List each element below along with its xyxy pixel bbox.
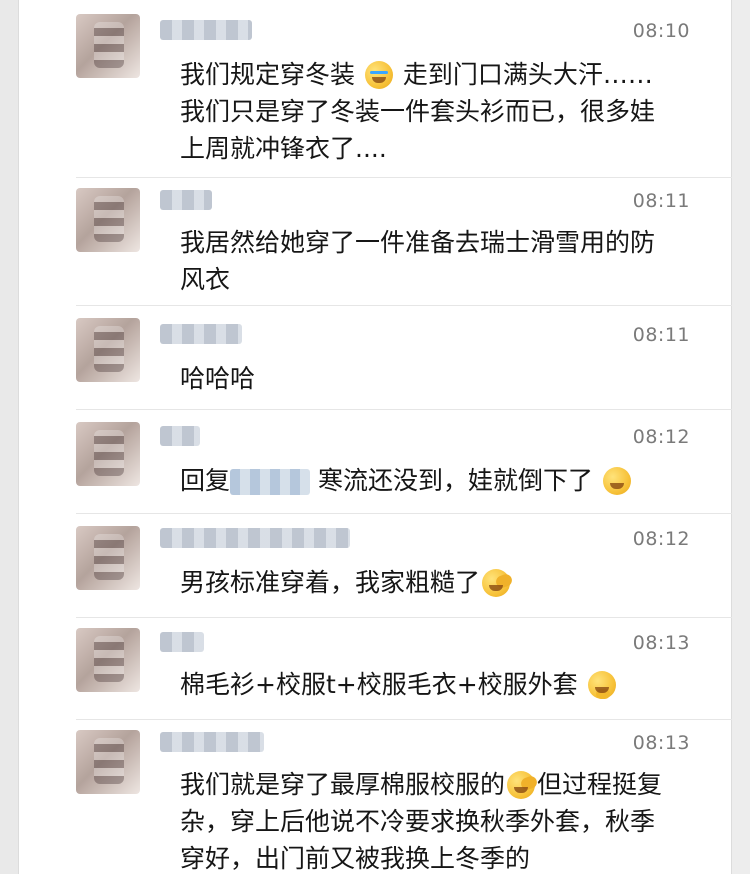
reply-target-name-redacted: [230, 469, 311, 495]
avatar[interactable]: [76, 14, 140, 78]
chat-message: 08:12 回复 寒流还没到，娃就倒下了: [18, 410, 732, 514]
message-text-part: 我们就是穿了最厚棉服校服的: [180, 770, 506, 799]
message-text-part: 男孩标准穿着，我家粗糙了: [180, 568, 481, 597]
message-text: 我居然给她穿了一件准备去瑞士滑雪用的防 风衣: [180, 228, 656, 294]
message-text-part: 我们规定穿冬装: [180, 60, 356, 89]
sender-name-redacted: [160, 732, 264, 752]
message-time: 08:10: [632, 20, 690, 42]
reply-prefix: 回复: [180, 466, 231, 495]
message-text: 我们就是穿了最厚棉服校服的 但过程挺复 杂，穿上后他说不冷要求换秋季外套，秋季 穿…: [180, 766, 692, 877]
chat-message: 08:13 棉毛衫+校服t+校服毛衣+校服外套: [18, 618, 732, 720]
message-text-part: 寒流还没到，娃就倒下了: [317, 466, 593, 495]
sender-name-redacted: [160, 632, 204, 652]
avatar[interactable]: [76, 628, 140, 692]
avatar[interactable]: [76, 730, 140, 794]
chat-message: 08:13 我们就是穿了最厚棉服校服的 但过程挺复 杂，穿上后他说不冷要求换秋季外…: [18, 720, 732, 874]
message-time: 08:12: [632, 528, 690, 550]
message-time: 08:13: [632, 732, 690, 754]
sender-name-redacted: [160, 190, 212, 210]
chat-message-list[interactable]: 08:10 我们规定穿冬装 走到门口满头大汗…… 我们只是穿了冬装一件套头衫而已…: [18, 0, 732, 874]
message-time: 08:12: [632, 426, 690, 448]
message-text: 棉毛衫+校服t+校服毛衣+校服外套: [180, 666, 692, 703]
thinking-emoji-icon: [587, 671, 616, 699]
chat-message: 08:10 我们规定穿冬装 走到门口满头大汗…… 我们只是穿了冬装一件套头衫而已…: [18, 0, 732, 178]
facepalm-emoji-icon: [507, 771, 536, 799]
message-text: 哈哈哈: [180, 364, 256, 393]
message-text: 回复 寒流还没到，娃就倒下了: [180, 462, 692, 499]
chat-message: 08:11 哈哈哈: [18, 306, 732, 410]
chat-message: 08:11 我居然给她穿了一件准备去瑞士滑雪用的防 风衣: [18, 178, 732, 306]
sender-name-redacted: [160, 324, 242, 344]
tears-of-joy-emoji-icon: [602, 467, 631, 495]
chat-message: 08:12 男孩标准穿着，我家粗糙了: [18, 514, 732, 618]
sender-name-redacted: [160, 20, 252, 40]
avatar[interactable]: [76, 526, 140, 590]
facepalm-emoji-icon: [482, 569, 511, 597]
avatar[interactable]: [76, 318, 140, 382]
crying-face-emoji-icon: [364, 61, 393, 89]
message-time: 08:13: [632, 632, 690, 654]
right-frame-edge: [731, 0, 750, 874]
message-time: 08:11: [632, 324, 690, 346]
message-text: 我们规定穿冬装 走到门口满头大汗…… 我们只是穿了冬装一件套头衫而已，很多娃 上…: [180, 56, 692, 167]
sender-name-redacted: [160, 426, 200, 446]
avatar[interactable]: [76, 188, 140, 252]
avatar[interactable]: [76, 422, 140, 486]
message-time: 08:11: [632, 190, 690, 212]
sender-name-redacted: [160, 528, 350, 548]
message-text-part: 棉毛衫+校服t+校服毛衣+校服外套: [180, 670, 578, 699]
message-text: 男孩标准穿着，我家粗糙了: [180, 564, 692, 601]
left-frame-edge: [0, 0, 19, 874]
